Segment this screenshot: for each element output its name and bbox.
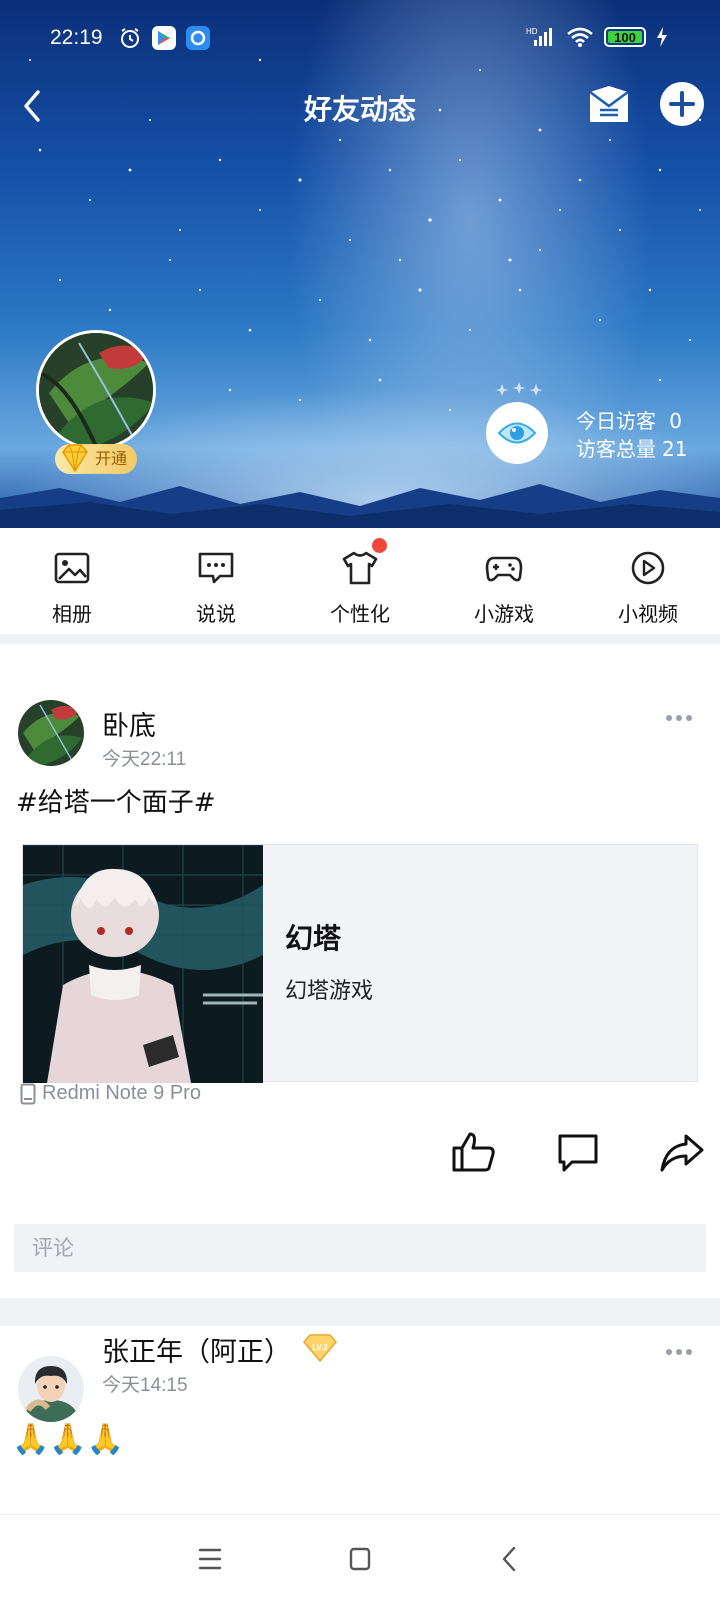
shortcut-row: 相册 说说 个性化 小游戏 小视频: [0, 528, 720, 634]
status-time: 22:19: [50, 26, 103, 49]
shortcut-album[interactable]: 相册: [0, 528, 144, 634]
alarm-icon: [121, 28, 139, 48]
more-options-icon[interactable]: [666, 1340, 706, 1355]
section-divider: [0, 634, 720, 644]
feed-post: 卧底 今天22:11 #给塔一个面子# 幻塔 幻塔游戏 Redmi Note 9…: [0, 644, 720, 1298]
battery-text: 100: [614, 29, 636, 45]
visitors-eye-button[interactable]: [486, 402, 548, 464]
shortcut-label: 小视频: [618, 602, 678, 626]
mail-icon[interactable]: [586, 82, 632, 128]
profile-avatar[interactable]: [36, 330, 156, 450]
signal-icon: HD: [526, 27, 552, 46]
post-actions: [0, 1128, 720, 1178]
photo-album-icon: [54, 552, 90, 584]
visitors-total-label: 访客总量: [576, 437, 656, 461]
post-author-name[interactable]: 卧底: [102, 704, 156, 743]
diamond-icon: [62, 444, 88, 473]
post-time: 今天14:15: [102, 1375, 188, 1396]
system-navigation-bar: [0, 1514, 720, 1600]
more-options-icon[interactable]: [666, 706, 706, 721]
menu-icon[interactable]: [190, 1541, 230, 1577]
level-badge-text: LV.2: [312, 1343, 328, 1352]
eye-icon: [497, 422, 537, 444]
shared-game-card[interactable]: 幻塔 幻塔游戏: [22, 844, 698, 1083]
shortcut-label: 小游戏: [474, 602, 534, 626]
vip-open-badge[interactable]: 开通: [55, 444, 138, 474]
shortcut-label: 说说: [196, 602, 236, 626]
top-nav-bar: 好友动态: [0, 78, 720, 134]
home-icon[interactable]: [340, 1541, 380, 1577]
post-author-avatar[interactable]: [18, 700, 84, 766]
chat-bubble-icon: [198, 552, 234, 584]
post-text[interactable]: 🙏🙏🙏: [12, 1422, 124, 1457]
share-icon[interactable]: [658, 1128, 706, 1176]
shortcut-minigames[interactable]: 小游戏: [432, 528, 576, 634]
level-badge-icon: LV.2: [303, 1334, 337, 1363]
status-bar: 22:19 HD 100: [0, 0, 720, 78]
post-device: Redmi Note 9 Pro: [20, 1082, 201, 1105]
battery-icon: 100: [604, 27, 646, 47]
shortcut-personalize[interactable]: 个性化: [288, 528, 432, 634]
back-icon[interactable]: [490, 1541, 530, 1577]
section-divider: [0, 1298, 720, 1326]
comment-input[interactable]: 评论: [14, 1224, 706, 1272]
sparkle-icon: [495, 382, 543, 396]
post-author-avatar[interactable]: [18, 1356, 84, 1422]
vip-label: 开通: [95, 449, 128, 468]
visitors-total-count: 21: [662, 437, 688, 461]
device-name: Redmi Note 9 Pro: [42, 1082, 201, 1104]
plus-circle-icon[interactable]: [660, 82, 704, 126]
feed-post: 张正年（阿正） LV.2 今天14:15 🙏🙏🙏: [0, 1326, 720, 1502]
charging-icon: [657, 27, 667, 47]
shortcut-shortvideo[interactable]: 小视频: [576, 528, 720, 634]
shortcut-label: 个性化: [330, 602, 390, 626]
visitors-today-count: 0: [669, 409, 682, 433]
network-label: HD: [526, 27, 538, 36]
app-store-icon: [152, 26, 176, 50]
shortcut-shuoshuo[interactable]: 说说: [144, 528, 288, 634]
game-thumbnail: [23, 845, 263, 1083]
post-author-name[interactable]: 张正年（阿正）: [102, 1330, 291, 1369]
visitor-stats[interactable]: 今日访客 0 访客总量 21: [576, 407, 687, 463]
post-text[interactable]: #给塔一个面子#: [16, 782, 216, 819]
post-time: 今天22:11: [102, 749, 187, 770]
tshirt-icon: [342, 551, 378, 585]
comment-icon[interactable]: [554, 1128, 602, 1176]
visitors-today-label: 今日访客: [576, 409, 656, 433]
wifi-icon: [567, 27, 593, 47]
play-circle-icon: [631, 551, 665, 585]
like-icon[interactable]: [450, 1128, 498, 1176]
share-subtitle: 幻塔游戏: [285, 979, 374, 1004]
phone-icon: [20, 1083, 36, 1104]
notification-dot: [372, 538, 387, 553]
profile-header: 22:19 HD 100 好友动态 开通 今日访客 0 访客总量 21: [0, 0, 720, 528]
gamepad-icon: [485, 556, 523, 582]
browser-icon: [186, 26, 210, 50]
shortcut-label: 相册: [52, 602, 92, 626]
share-title: 幻塔: [285, 922, 342, 955]
